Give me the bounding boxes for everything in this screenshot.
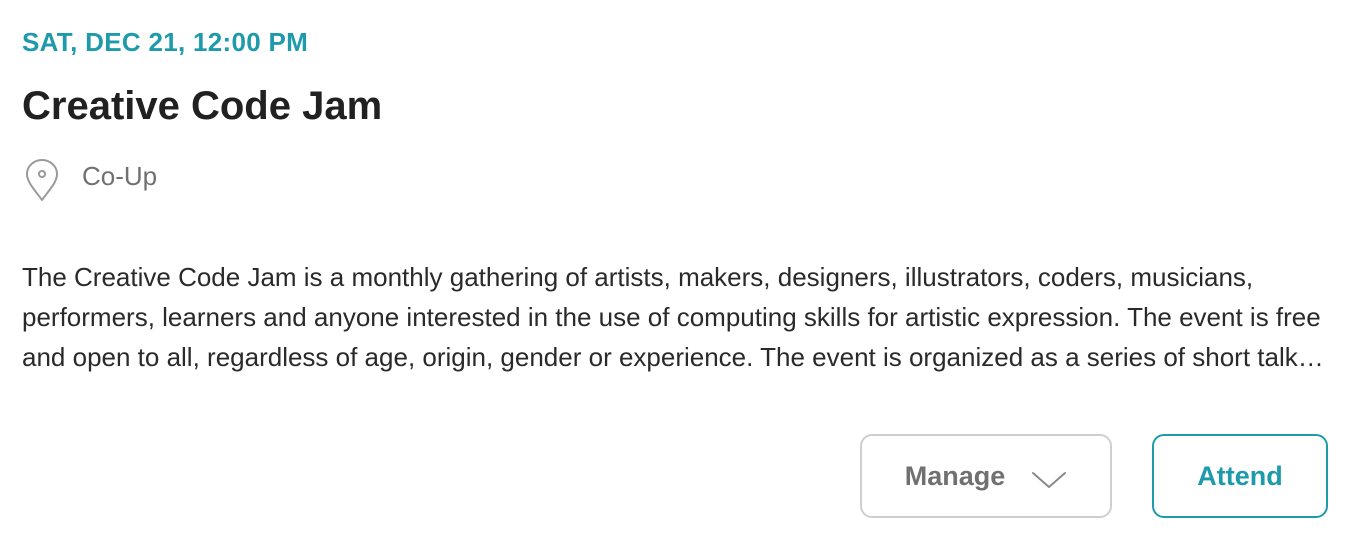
manage-button[interactable]: Manage [860, 434, 1112, 518]
manage-button-label: Manage [904, 460, 1006, 491]
event-datetime: SAT, DEC 21, 12:00 PM [22, 27, 309, 57]
event-description: The Creative Code Jam is a monthly gathe… [22, 262, 1321, 372]
event-title[interactable]: Creative Code Jam [22, 82, 382, 130]
event-venue: Co-Up [22, 158, 157, 202]
chevron-down-icon [1031, 466, 1067, 488]
location-pin-icon [22, 158, 62, 202]
event-card[interactable]: SAT, DEC 21, 12:00 PM Creative Code Jam … [0, 0, 1354, 536]
venue-name[interactable]: Co-Up [82, 160, 157, 192]
attend-button[interactable]: Attend [1152, 434, 1328, 518]
